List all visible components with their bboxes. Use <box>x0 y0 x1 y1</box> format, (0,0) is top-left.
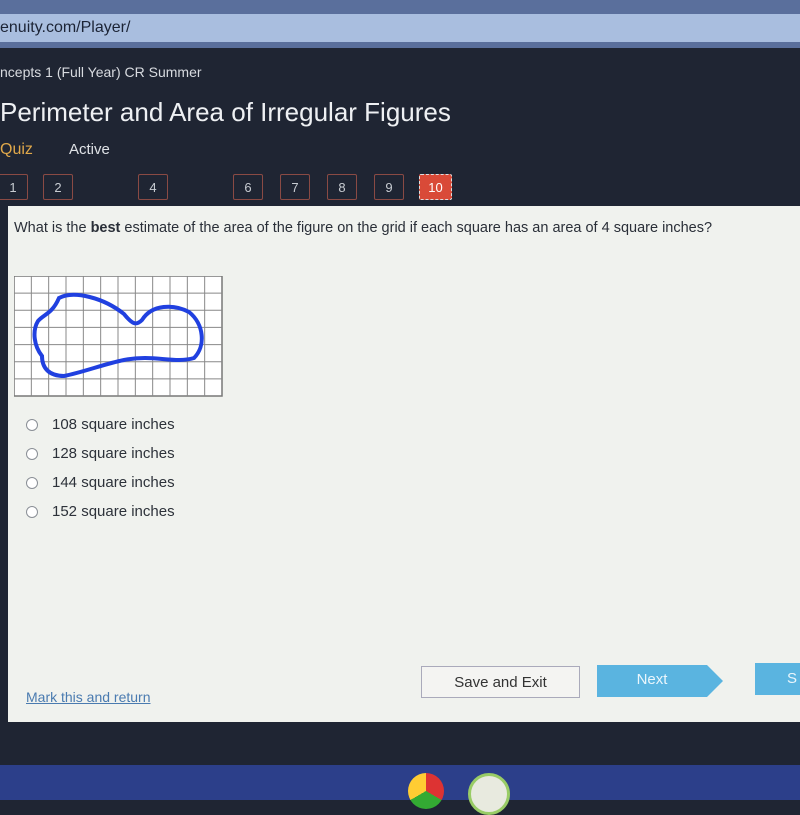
question-nav-8[interactable]: 8 <box>327 174 357 200</box>
question-nav-7[interactable]: 7 <box>280 174 310 200</box>
question-prefix: What is the <box>14 220 91 236</box>
question-nav-10[interactable]: 10 <box>419 174 452 200</box>
course-name: ncepts 1 (Full Year) CR Summer <box>0 64 202 80</box>
save-and-exit-button[interactable]: Save and Exit <box>421 666 580 698</box>
question-nav-4[interactable]: 4 <box>138 174 168 200</box>
question-nav-1[interactable]: 1 <box>0 174 28 200</box>
question-nav-9[interactable]: 9 <box>374 174 404 200</box>
taskbar <box>0 765 800 800</box>
page-title: Perimeter and Area of Irregular Figures <box>0 97 451 127</box>
submit-button[interactable]: S <box>755 663 800 695</box>
radio-button[interactable] <box>26 447 38 460</box>
radio-button[interactable] <box>26 476 38 489</box>
app-icon[interactable] <box>468 773 510 815</box>
option-label: 108 square inches <box>52 416 175 433</box>
radio-button[interactable] <box>26 505 38 518</box>
question-emphasis: best <box>90 220 121 236</box>
browser-bar: enuity.com/Player/ <box>0 0 800 48</box>
answer-option-3[interactable]: 144 square inches <box>26 474 175 491</box>
answer-option-1[interactable]: 108 square inches <box>26 416 175 433</box>
grid-figure <box>14 276 223 397</box>
question-text: What is the best estimate of the area of… <box>14 220 712 236</box>
mark-and-return-link[interactable]: Mark this and return <box>26 689 151 705</box>
question-nav-6[interactable]: 6 <box>233 174 263 200</box>
url-field[interactable]: enuity.com/Player/ <box>0 14 800 42</box>
option-label: 128 square inches <box>52 445 175 462</box>
question-suffix: estimate of the area of the figure on th… <box>120 220 713 236</box>
activity-type: Quiz <box>0 141 33 158</box>
radio-button[interactable] <box>26 418 38 431</box>
question-nav-2[interactable]: 2 <box>43 174 73 200</box>
next-button[interactable]: Next <box>597 665 723 697</box>
option-label: 152 square inches <box>52 503 175 520</box>
answer-option-2[interactable]: 128 square inches <box>26 445 175 462</box>
chrome-icon[interactable] <box>408 773 444 809</box>
status-label: Active <box>69 141 110 158</box>
option-label: 144 square inches <box>52 474 175 491</box>
answer-option-4[interactable]: 152 square inches <box>26 503 175 520</box>
